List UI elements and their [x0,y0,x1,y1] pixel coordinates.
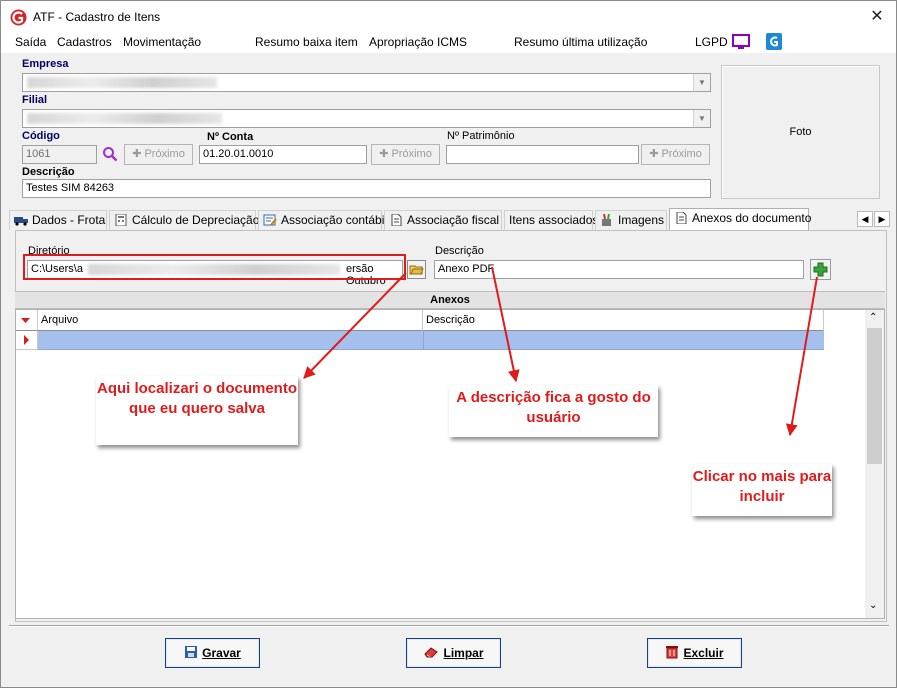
photo-label: Foto [789,126,812,138]
empresa-redacted [27,77,217,88]
descricao-label: Descrição [22,166,75,178]
tab-dados-frota[interactable]: Dados - Frota [9,210,107,230]
anexo-descricao-label: Descrição [435,245,484,257]
document-icon [676,212,687,224]
scroll-up-icon[interactable]: ⌃ [869,312,877,323]
menu-movimentacao[interactable]: Movimentação [123,35,201,49]
truck-icon [14,217,28,226]
table-row[interactable] [38,331,824,350]
tab-imagens[interactable]: Imagens [595,210,667,230]
menu-resumo-baixa[interactable]: Resumo baixa item [255,35,358,49]
current-row-arrow-icon [24,335,29,345]
menu-saida[interactable]: Saída [15,35,46,49]
patrimonio-label: Nº Patrimônio [447,130,515,142]
add-attachment-button[interactable] [810,259,831,280]
tab-bar: Dados - Frota Cálculo de Depreciação Ass… [9,208,890,230]
grid-scrollbar[interactable]: ⌃ ⌄ [865,310,884,618]
anexos-section-title: Anexos [15,291,885,309]
chevron-down-icon[interactable]: ▼ [693,110,710,127]
tab-label: Anexos do documento [692,211,812,225]
tab-anexos-documento[interactable]: Anexos do documento [669,208,812,230]
scroll-down-icon[interactable]: ⌄ [869,600,877,611]
proximo-label: Próximo [391,148,432,160]
menu-apropriacao-icms[interactable]: Apropriação ICMS [369,35,467,49]
limpar-button[interactable]: Limpar [406,638,501,668]
codigo-field[interactable]: 1061 [22,145,97,164]
eraser-icon [424,647,439,658]
tab-associacao-fiscal[interactable]: Associação fiscal [384,210,502,230]
filial-label: Filial [22,94,48,106]
close-icon[interactable]: ✕ [863,4,891,30]
menu-cadastros[interactable]: Cadastros [57,35,112,49]
window-title: ATF - Cadastro de Itens [33,10,161,24]
empresa-label: Empresa [22,58,69,70]
conta-label: Nº Conta [207,131,254,143]
folder-browse-button[interactable] [407,260,426,279]
conta-field[interactable]: 01.20.01.0010 [199,145,367,164]
dropdown-triangle-icon [21,318,30,323]
save-disk-icon [185,646,198,658]
patrimonio-proximo-button[interactable]: ✚ Próximo [641,144,710,165]
gravar-button[interactable]: Gravar [165,638,260,668]
conta-proximo-button[interactable]: ✚ Próximo [371,144,440,165]
g-logo-icon[interactable] [766,33,782,50]
chevron-down-icon[interactable]: ▼ [693,74,710,91]
tab-label: Dados - Frota [32,213,106,227]
calculator-icon [115,214,127,226]
anexo-descricao-field[interactable]: Anexo PDF [434,260,804,279]
main-window: ATF - Cadastro de Itens ✕ Saída Cadastro… [0,0,897,688]
tab-label: Associação contábil [281,213,388,227]
tab-label: Associação fiscal [407,213,500,227]
folder-open-icon [409,265,424,275]
plus-icon [813,262,828,277]
tab-associacao-contabil[interactable]: Associação contábil [258,210,387,230]
proximo-label: Próximo [144,148,185,160]
proximo-label: Próximo [661,148,702,160]
column-header-arquivo[interactable]: Arquivo [38,310,423,331]
filial-redacted [27,113,222,124]
paint-icon [602,214,611,226]
title-bar: ATF - Cadastro de Itens ✕ [1,1,896,33]
filial-select[interactable]: ▼ [22,109,711,128]
tab-label: Itens associados [509,213,599,227]
tab-scroll-left-icon[interactable]: ◀ [857,211,873,227]
patrimonio-field[interactable] [446,145,639,164]
annotation-descricao: A descrição fica a gosto do usuário [449,385,658,437]
grid-menu-header[interactable] [16,310,38,331]
column-header-descricao[interactable]: Descrição [423,310,824,331]
photo-box[interactable]: Foto [721,65,880,199]
scroll-thumb[interactable] [867,328,882,464]
codigo-label: Código [22,130,60,142]
row-divider [423,331,424,350]
excluir-label: Excluir [683,646,724,660]
divider [9,625,889,627]
tab-label: Cálculo de Depreciação [132,213,260,227]
menu-lgpd[interactable]: LGPD [695,35,728,49]
tab-itens-associados[interactable]: Itens associados [504,210,598,230]
excluir-button[interactable]: Excluir [647,638,742,668]
gravar-label: Gravar [202,646,241,660]
tab-label: Imagens [618,213,665,227]
annotation-highlight-box [23,254,406,280]
tab-calculo-depreciacao[interactable]: Cálculo de Depreciação [109,210,260,230]
search-icon[interactable] [102,146,118,162]
tab-scroll-right-icon[interactable]: ▶ [874,211,890,227]
descricao-field[interactable]: Testes SIM 84263 [22,179,711,198]
empresa-select[interactable]: ▼ [22,73,711,92]
monitor-icon[interactable] [732,34,750,50]
annotation-mais: Clicar no mais para incluir [692,464,832,516]
document-icon [391,214,402,226]
menu-resumo-ultima[interactable]: Resumo última utilização [514,35,647,49]
limpar-label: Limpar [443,646,484,660]
annotation-diretorio: Aqui localizari o documento que eu quero… [96,376,298,445]
menu-bar: Saída Cadastros Movimentação Resumo baix… [1,33,896,53]
codigo-proximo-button[interactable]: ✚ Próximo [124,144,193,165]
app-logo-icon [10,9,27,26]
trash-icon [666,646,679,659]
edit-form-icon [263,214,277,226]
row-indicator[interactable] [16,331,38,350]
